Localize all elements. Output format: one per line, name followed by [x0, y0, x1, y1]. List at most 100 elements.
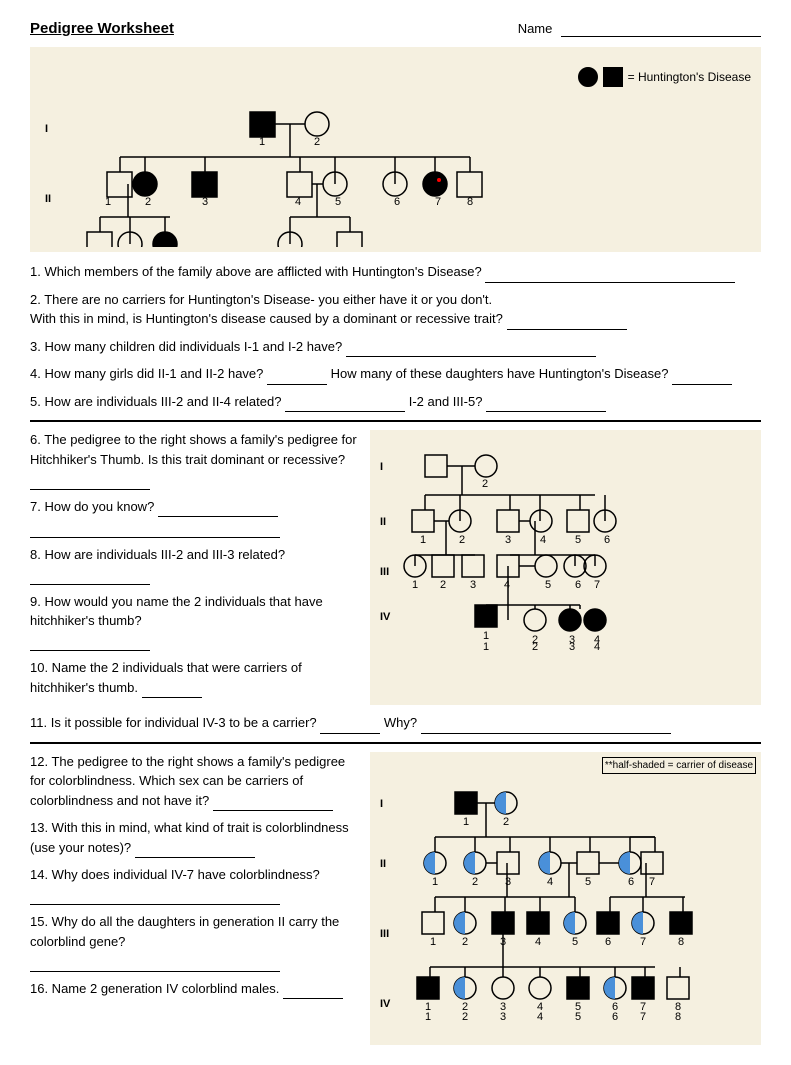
svg-text:4: 4	[537, 1011, 543, 1023]
answer-3[interactable]	[346, 337, 596, 358]
answer-6[interactable]	[30, 469, 150, 490]
svg-text:2: 2	[472, 876, 478, 888]
colorblind-section: 12. The pedigree to the right shows a fa…	[30, 752, 761, 1045]
svg-text:4: 4	[295, 196, 301, 208]
answer-5b[interactable]	[486, 392, 606, 413]
svg-text:II: II	[380, 516, 386, 528]
svg-text:2: 2	[532, 641, 538, 653]
legend-filled-square	[603, 67, 623, 87]
divider-1	[30, 420, 761, 422]
svg-text:7: 7	[594, 579, 600, 591]
answer-11b[interactable]	[421, 713, 671, 734]
answer-2[interactable]	[507, 309, 627, 330]
svg-text:8: 8	[467, 196, 473, 208]
answer-5a[interactable]	[285, 392, 405, 413]
answer-11a[interactable]	[320, 713, 380, 734]
svg-text:2: 2	[462, 1011, 468, 1023]
question-16: 16. Name 2 generation IV colorblind male…	[30, 979, 360, 1000]
svg-text:3: 3	[470, 579, 476, 591]
question-5: 5. How are individuals III-2 and II-4 re…	[30, 392, 761, 413]
svg-text:1: 1	[432, 876, 438, 888]
svg-text:6: 6	[575, 579, 581, 591]
name-label: Name	[518, 21, 761, 37]
name-input-line[interactable]	[561, 21, 761, 37]
pedigree2-diagram: I 2 II 1 2 3	[370, 430, 761, 705]
svg-text:7: 7	[640, 936, 646, 948]
svg-text:5: 5	[585, 876, 591, 888]
svg-text:IV: IV	[380, 611, 391, 623]
svg-text:2: 2	[462, 936, 468, 948]
svg-text:1: 1	[420, 534, 426, 546]
svg-text:6: 6	[604, 534, 610, 546]
svg-text:2: 2	[440, 579, 446, 591]
question-9: 9. How would you name the 2 individuals …	[30, 592, 360, 652]
question-13: 13. With this in mind, what kind of trai…	[30, 818, 360, 858]
svg-text:5: 5	[572, 936, 578, 948]
svg-text:6: 6	[628, 876, 634, 888]
question-2: 2. There are no carriers for Huntington'…	[30, 290, 761, 330]
hitchhiker-questions: 6. The pedigree to the right shows a fam…	[30, 430, 360, 705]
pedigree2-svg: I 2 II 1 2 3	[375, 435, 735, 655]
legend: = Huntington's Disease	[578, 67, 751, 87]
answer-1[interactable]	[485, 262, 735, 283]
colorblind-questions: 12. The pedigree to the right shows a fa…	[30, 752, 360, 1045]
question-7: 7. How do you know?	[30, 497, 360, 538]
svg-text:III: III	[380, 928, 389, 940]
cb-legend: **half-shaded = carrier of disease	[602, 757, 756, 774]
answer-13[interactable]	[135, 838, 255, 859]
svg-text:4: 4	[504, 579, 510, 591]
questions-section-1: 1. Which members of the family above are…	[30, 262, 761, 412]
svg-text:II: II	[45, 193, 51, 205]
answer-4a[interactable]	[267, 364, 327, 385]
svg-text:1: 1	[483, 641, 489, 653]
pedigree1-diagram: I II III 1 2 1 2	[40, 57, 568, 247]
answer-4b[interactable]	[672, 364, 732, 385]
divider-2	[30, 742, 761, 744]
svg-text:5: 5	[335, 196, 341, 208]
question-15: 15. Why do all the daughters in generati…	[30, 912, 360, 972]
svg-text:2: 2	[145, 196, 151, 208]
question-4: 4. How many girls did II-1 and II-2 have…	[30, 364, 761, 385]
svg-text:6: 6	[612, 1011, 618, 1023]
svg-text:1: 1	[463, 816, 469, 828]
svg-text:4: 4	[535, 936, 541, 948]
answer-8[interactable]	[30, 564, 150, 585]
svg-text:I: I	[380, 798, 383, 810]
answer-14[interactable]	[30, 885, 280, 906]
pedigree3-diagram: **half-shaded = carrier of disease I II …	[370, 752, 761, 1045]
svg-text:2: 2	[314, 136, 320, 148]
svg-text:5: 5	[575, 1011, 581, 1023]
svg-text:I: I	[380, 461, 383, 473]
legend-filled-circle	[578, 67, 598, 87]
svg-text:2: 2	[459, 534, 465, 546]
answer-7a[interactable]	[158, 497, 278, 518]
svg-text:II: II	[380, 858, 386, 870]
answer-7b[interactable]	[30, 517, 280, 538]
svg-text:3: 3	[500, 1011, 506, 1023]
question-12: 12. The pedigree to the right shows a fa…	[30, 752, 360, 812]
question-1: 1. Which members of the family above are…	[30, 262, 761, 283]
answer-12[interactable]	[213, 791, 333, 812]
svg-text:4: 4	[547, 876, 553, 888]
pedigree3-svg: I II III IV 1 2	[375, 777, 735, 1037]
svg-text:I: I	[45, 123, 48, 135]
svg-text:1: 1	[259, 136, 265, 148]
answer-16[interactable]	[283, 979, 343, 1000]
svg-text:1: 1	[425, 1011, 431, 1023]
svg-text:7: 7	[435, 196, 441, 208]
svg-text:7: 7	[649, 876, 655, 888]
answer-9[interactable]	[30, 631, 150, 652]
svg-text:1: 1	[412, 579, 418, 591]
question-3: 3. How many children did individuals I-1…	[30, 337, 761, 358]
answer-15[interactable]	[30, 951, 280, 972]
hitchhiker-section: 6. The pedigree to the right shows a fam…	[30, 430, 761, 705]
svg-text:3: 3	[505, 534, 511, 546]
svg-text:4: 4	[594, 641, 600, 653]
svg-text:1: 1	[430, 936, 436, 948]
question-11: 11. Is it possible for individual IV-3 t…	[30, 713, 761, 734]
svg-text:6: 6	[605, 936, 611, 948]
svg-text:4: 4	[540, 534, 546, 546]
svg-text:3: 3	[505, 876, 511, 888]
answer-10[interactable]	[142, 678, 202, 699]
svg-text:8: 8	[678, 936, 684, 948]
